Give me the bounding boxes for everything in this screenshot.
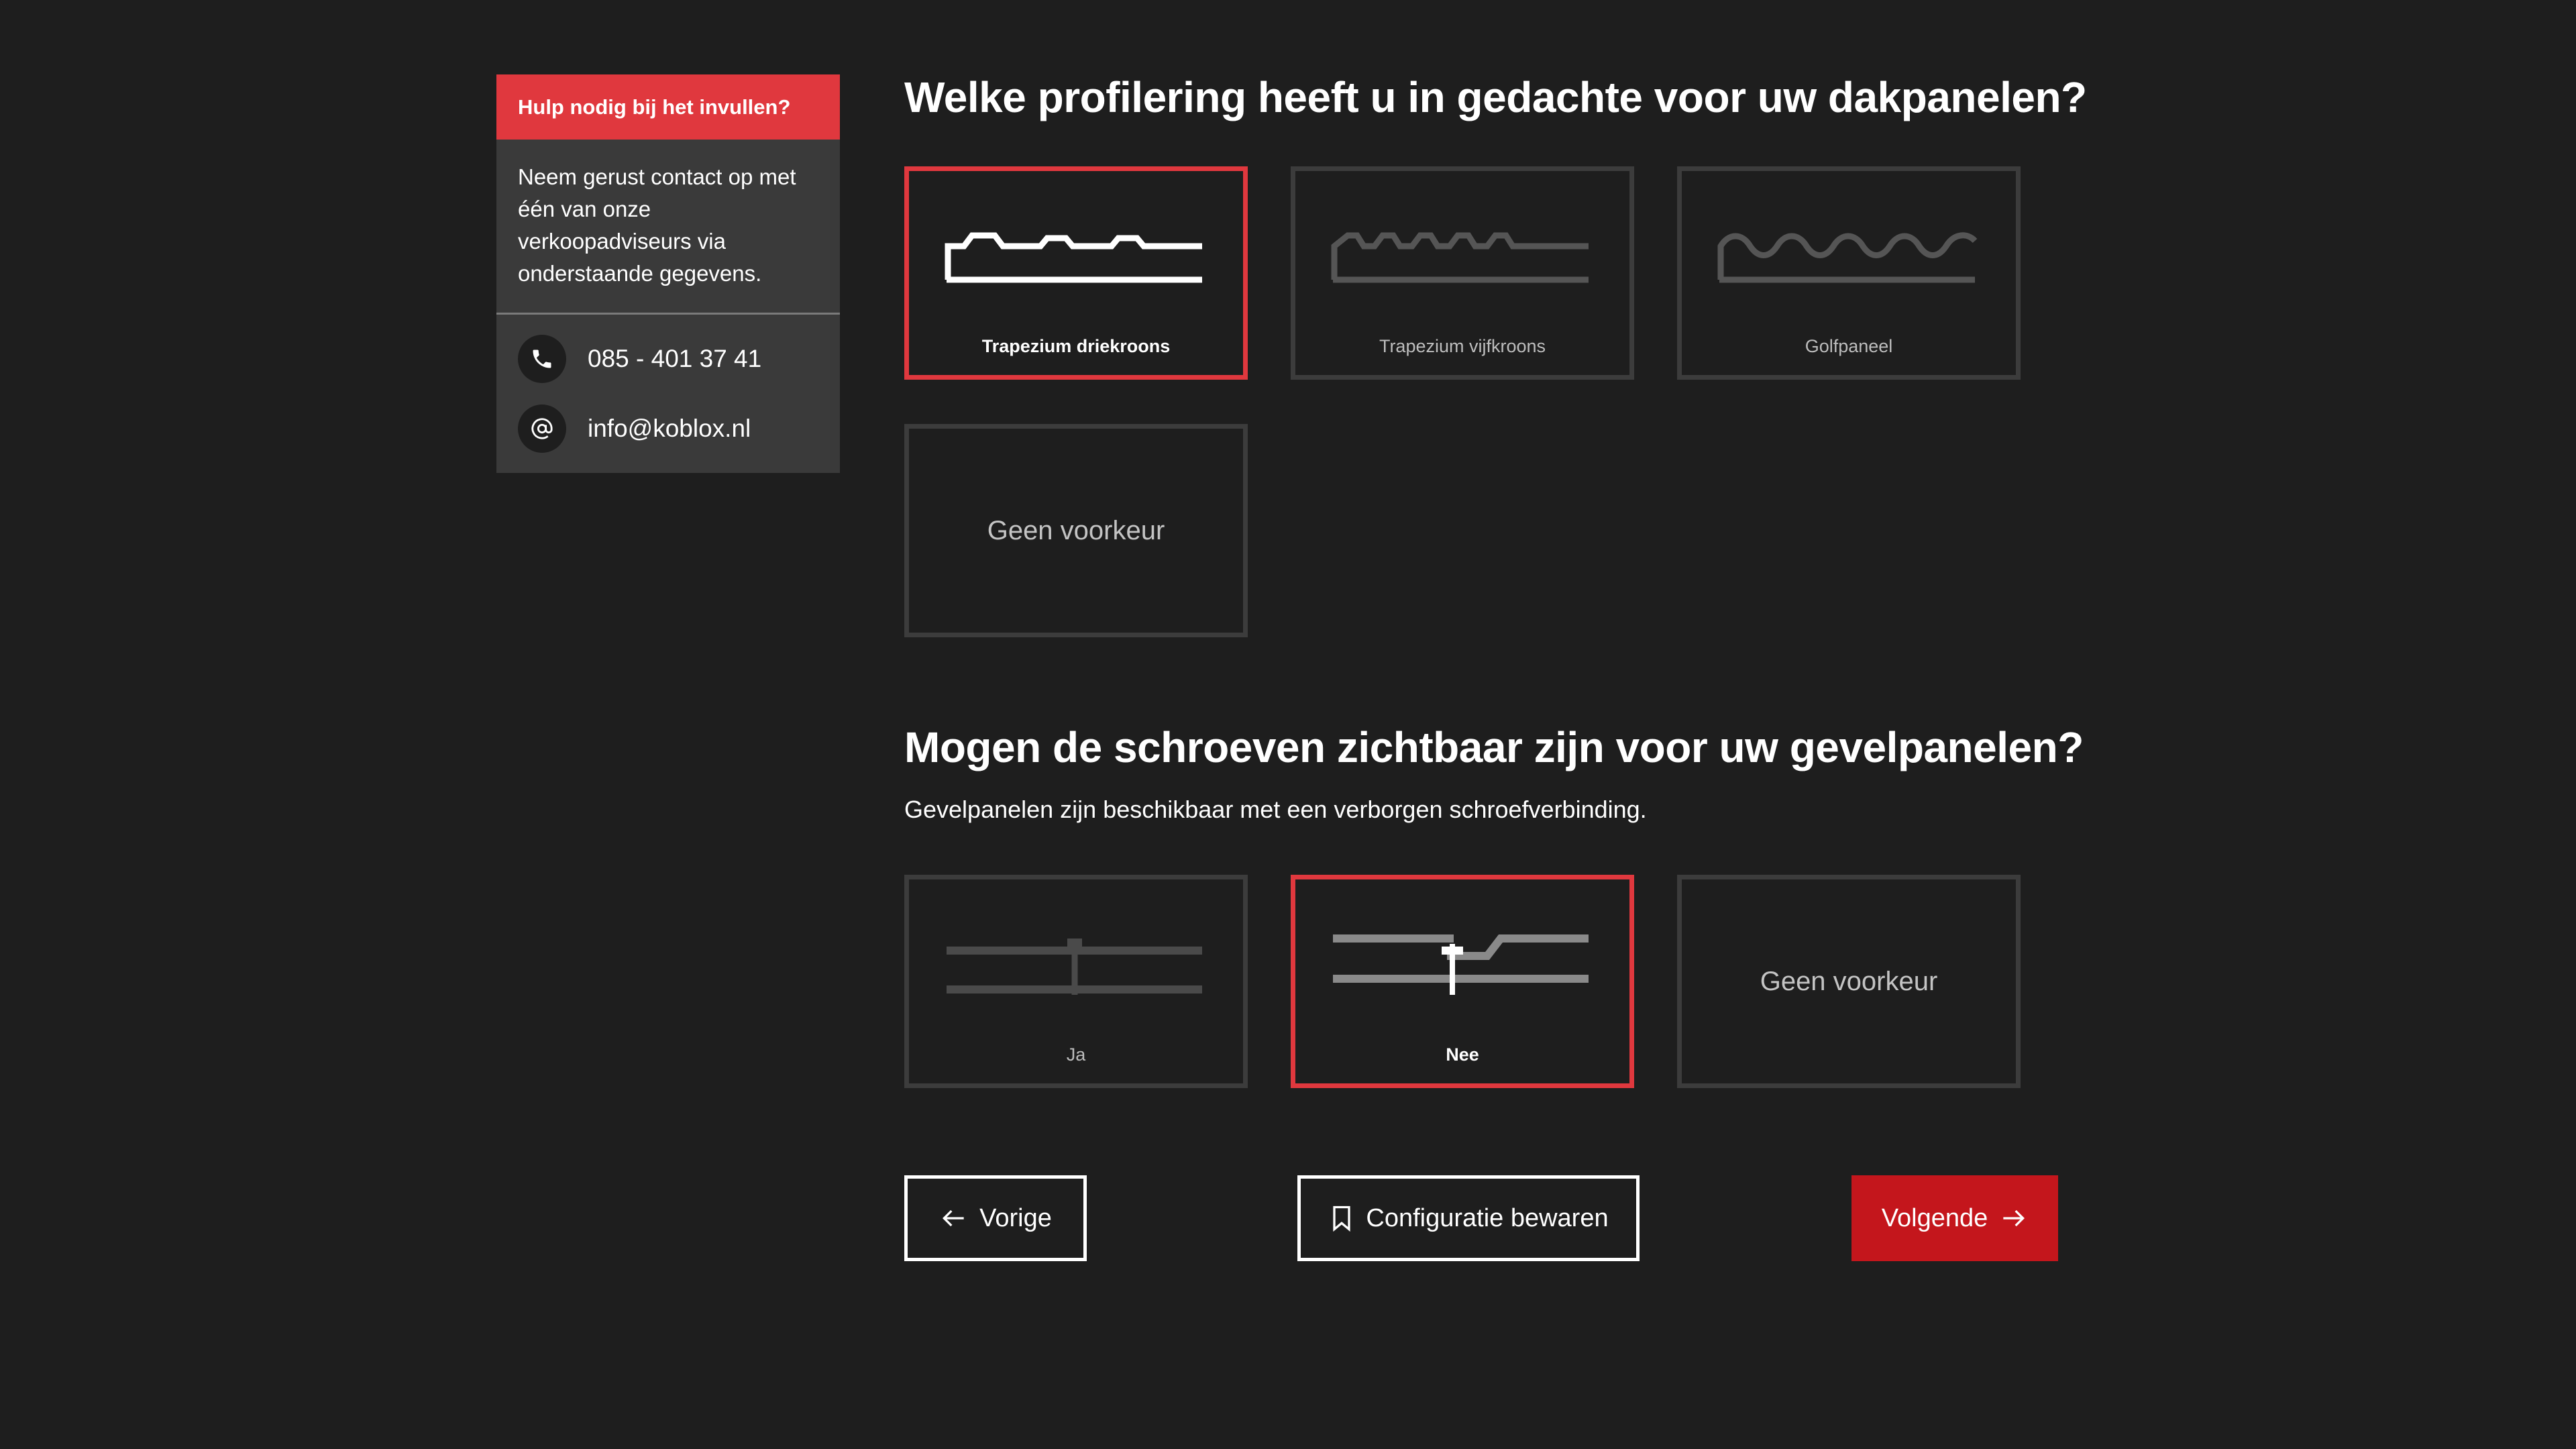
phone-icon [518, 335, 566, 383]
help-card-text: Neem gerust contact op met één van onze … [496, 140, 840, 315]
phone-contact[interactable]: 085 - 401 37 41 [518, 335, 818, 383]
option-geen-voorkeur-screws[interactable]: Geen voorkeur [1677, 875, 2021, 1088]
option-label: Geen voorkeur [1760, 966, 1938, 996]
option-golfpaneel[interactable]: Golfpaneel [1677, 166, 2021, 380]
phone-number[interactable]: 085 - 401 37 41 [588, 345, 761, 373]
option-label: Trapezium driekroons [981, 336, 1171, 356]
arrow-left-icon [943, 1210, 964, 1227]
option-trapezium-driekroons[interactable]: Trapezium driekroons [904, 166, 1248, 380]
option-label: Ja [1066, 1044, 1086, 1065]
option-label: Trapezium vijfkroons [1379, 336, 1546, 356]
email-address[interactable]: info@koblox.nl [588, 415, 751, 443]
save-configuration-label: Configuratie bewaren [1366, 1203, 1609, 1232]
question-screws-subtitle: Gevelpanelen zijn beschikbaar met een ve… [904, 796, 1647, 823]
question-screws-title: Mogen de schroeven zichtbaar zijn voor u… [904, 723, 2084, 771]
help-contacts: 085 - 401 37 41 info@koblox.nl [496, 315, 840, 473]
option-label: Nee [1446, 1044, 1479, 1065]
help-card: Hulp nodig bij het invullen? Neem gerust… [496, 74, 840, 473]
next-button[interactable]: Volgende [1851, 1175, 2058, 1261]
arrow-right-icon [2003, 1210, 2025, 1227]
option-geen-voorkeur-profile[interactable]: Geen voorkeur [904, 424, 1248, 637]
option-trapezium-vijfkroons[interactable]: Trapezium vijfkroons [1291, 166, 1634, 380]
bookmark-icon [1333, 1205, 1351, 1232]
help-card-title: Hulp nodig bij het invullen? [496, 74, 840, 140]
question-profile-title: Welke profilering heeft u in gedachte vo… [904, 73, 2087, 121]
previous-button[interactable]: Vorige [904, 1175, 1087, 1261]
option-ja[interactable]: Ja [904, 875, 1248, 1088]
option-label: Geen voorkeur [987, 515, 1165, 545]
next-button-label: Volgende [1881, 1203, 1988, 1232]
at-sign-icon [518, 405, 566, 453]
email-contact[interactable]: info@koblox.nl [518, 405, 818, 453]
save-configuration-button[interactable]: Configuratie bewaren [1297, 1175, 1640, 1261]
previous-button-label: Vorige [979, 1203, 1052, 1232]
option-nee[interactable]: Nee [1291, 875, 1634, 1088]
option-label: Golfpaneel [1805, 336, 1893, 356]
